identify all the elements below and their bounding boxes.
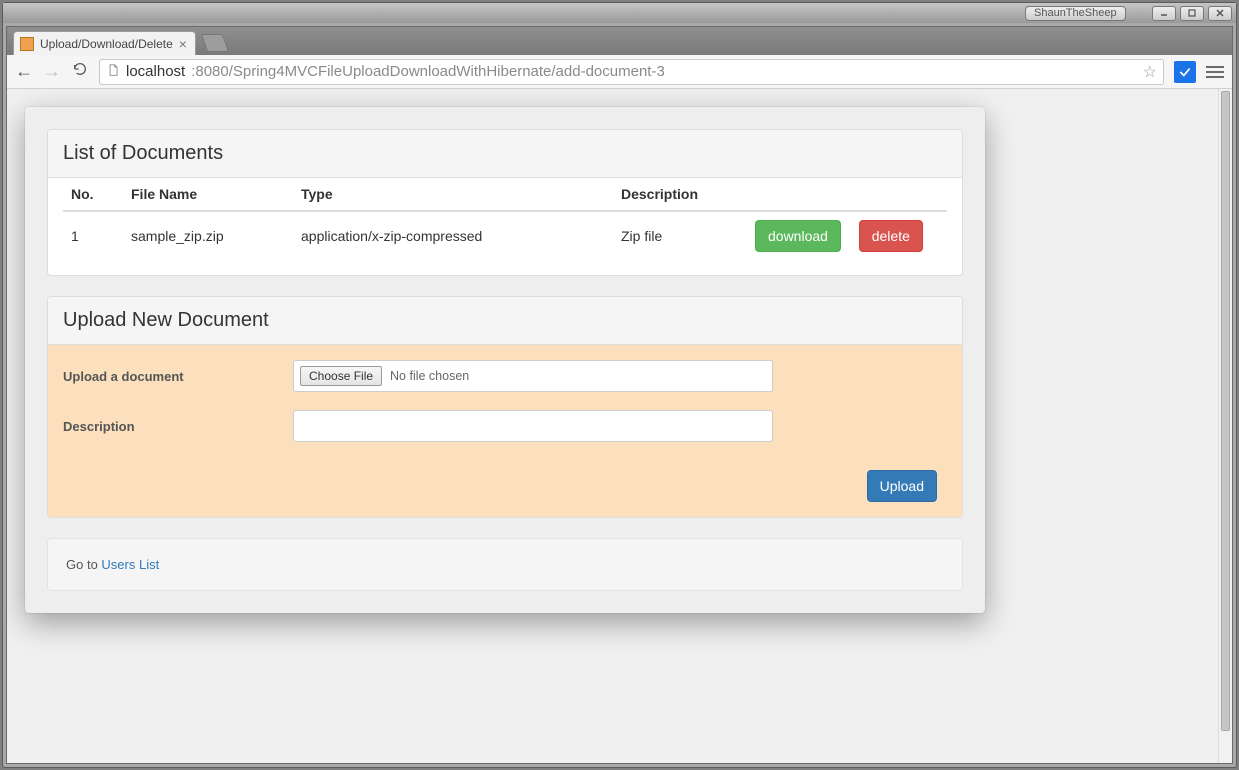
col-type: Type [293, 178, 613, 211]
description-input[interactable] [293, 410, 773, 442]
footer-well: Go to Users List [47, 538, 963, 591]
content-card: List of Documents No. File Name Type Des… [25, 107, 985, 613]
upload-heading: Upload New Document [48, 297, 962, 345]
os-window: ShaunTheSheep Upload/Download/Delete × ←… [2, 2, 1237, 768]
tab-strip: Upload/Download/Delete × [7, 27, 1232, 55]
extension-icon[interactable] [1174, 61, 1196, 83]
favicon-icon [20, 37, 34, 51]
cell-no: 1 [63, 211, 123, 260]
scroll-thumb[interactable] [1221, 91, 1230, 731]
vertical-scrollbar[interactable] [1218, 89, 1232, 763]
documents-table: No. File Name Type Description [63, 178, 947, 260]
col-no: No. [63, 178, 123, 211]
choose-file-button[interactable]: Choose File [300, 366, 382, 386]
tab-title: Upload/Download/Delete [40, 37, 173, 51]
window-maximize-button[interactable] [1180, 6, 1204, 21]
download-button[interactable]: download [755, 220, 841, 252]
browser-window: Upload/Download/Delete × ← → localhost :8… [6, 26, 1233, 764]
chrome-menu-button[interactable] [1206, 66, 1224, 78]
description-label: Description [63, 419, 293, 434]
window-minimize-button[interactable] [1152, 6, 1176, 21]
table-row: 1 sample_zip.zip application/x-zip-compr… [63, 211, 947, 260]
col-description: Description [613, 178, 747, 211]
users-list-link[interactable]: Users List [101, 557, 159, 572]
tab-close-icon[interactable]: × [179, 37, 187, 51]
upload-label: Upload a document [63, 369, 293, 384]
cell-type: application/x-zip-compressed [293, 211, 613, 260]
bookmark-star-icon[interactable]: ☆ [1143, 62, 1157, 82]
page-icon [106, 63, 120, 81]
window-close-button[interactable] [1208, 6, 1232, 21]
url-host: localhost [126, 63, 185, 80]
page-viewport: List of Documents No. File Name Type Des… [7, 89, 1232, 763]
upload-button[interactable]: Upload [867, 470, 937, 502]
forward-button[interactable]: → [43, 61, 61, 82]
reload-button[interactable] [71, 61, 89, 82]
file-input[interactable]: Choose File No file chosen [293, 360, 773, 392]
browser-toolbar: ← → localhost :8080/Spring4MVCFileUploadD… [7, 55, 1232, 89]
col-file-name: File Name [123, 178, 293, 211]
browser-tab[interactable]: Upload/Download/Delete × [13, 31, 196, 55]
documents-panel: List of Documents No. File Name Type Des… [47, 129, 963, 276]
delete-button[interactable]: delete [859, 220, 923, 252]
cell-file-name: sample_zip.zip [123, 211, 293, 260]
os-app-badge: ShaunTheSheep [1025, 6, 1126, 21]
new-tab-button[interactable] [201, 34, 230, 52]
col-actions [747, 178, 947, 211]
url-path: :8080/Spring4MVCFileUploadDownloadWithHi… [191, 63, 665, 80]
footer-prefix: Go to [66, 557, 101, 572]
no-file-text: No file chosen [390, 369, 469, 383]
back-button[interactable]: ← [15, 61, 33, 82]
documents-heading: List of Documents [48, 130, 962, 178]
upload-panel: Upload New Document Upload a document Ch… [47, 296, 963, 518]
cell-description: Zip file [613, 211, 747, 260]
os-titlebar: ShaunTheSheep [3, 3, 1236, 23]
address-bar[interactable]: localhost :8080/Spring4MVCFileUploadDownl… [99, 59, 1164, 85]
